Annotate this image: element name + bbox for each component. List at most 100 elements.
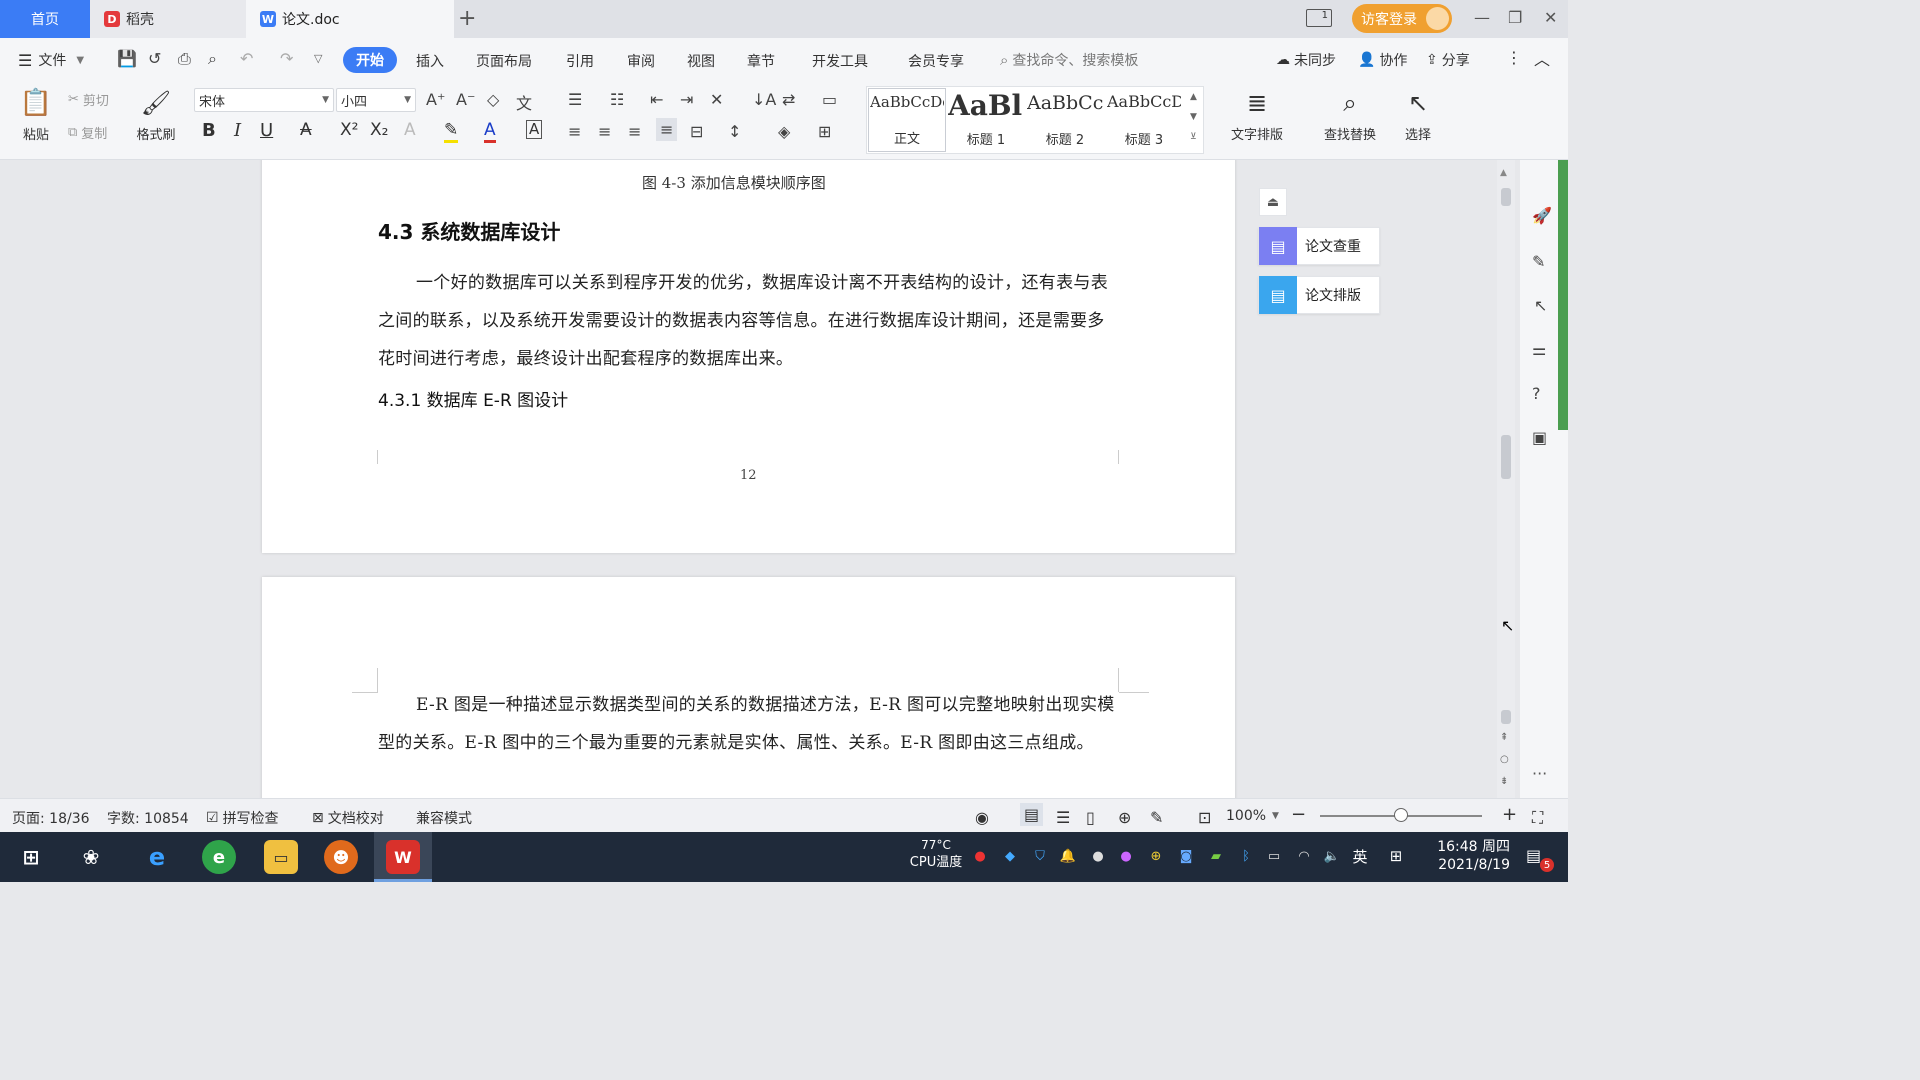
underline-icon[interactable]: U <box>260 120 273 141</box>
image-tool-icon[interactable]: ▣ <box>1532 428 1547 447</box>
more-menu-icon[interactable]: ⋮ <box>1506 48 1522 67</box>
text-layout-button[interactable]: ≣ 文字排版 <box>1222 88 1292 143</box>
new-tab-button[interactable]: + <box>458 6 476 31</box>
proofread-button[interactable]: ⊠ 文档校对 <box>312 808 384 828</box>
format-painter-button[interactable]: 🖌 格式刷 <box>132 88 180 143</box>
numbered-list-icon[interactable]: ☷ <box>610 90 624 109</box>
gallery-scroll-up-icon[interactable]: ▲ <box>1190 92 1197 102</box>
menu-member[interactable]: 会员专享 <box>908 51 964 71</box>
style-heading-1[interactable]: AaBl 标题 1 <box>948 88 1024 152</box>
word-count[interactable]: 字数: 10854 <box>107 808 189 828</box>
page-indicator[interactable]: 页面: 18/36 <box>12 808 90 828</box>
section-heading[interactable]: 4.3 系统数据库设计 <box>378 216 560 245</box>
file-menu[interactable]: ☰ 文件 ▼ <box>18 50 84 70</box>
prev-page-icon[interactable]: ⇞ <box>1500 732 1508 743</box>
print-preview-icon[interactable]: ⌕ <box>208 49 217 69</box>
subsection-heading[interactable]: 4.3.1 数据库 E-R 图设计 <box>378 386 568 411</box>
reading-view-icon[interactable]: ▯ <box>1086 808 1095 827</box>
fullscreen-icon[interactable]: ⛶ <box>1532 808 1543 828</box>
italic-icon[interactable]: I <box>234 120 241 141</box>
shading-icon[interactable]: ◈ <box>778 122 790 141</box>
battery-icon[interactable]: ▭ <box>1264 846 1284 866</box>
phonetic-guide-icon[interactable]: 文 <box>516 90 532 114</box>
volume-icon[interactable]: 🔈 <box>1322 846 1342 866</box>
paper-check-button[interactable]: ▤ 论文查重 <box>1258 227 1380 265</box>
clear-format-icon[interactable]: ◇ <box>487 90 499 109</box>
guest-login-button[interactable]: 访客登录 <box>1352 4 1452 33</box>
menu-chapter[interactable]: 章节 <box>747 51 775 71</box>
menu-insert[interactable]: 插入 <box>416 51 444 71</box>
media-app-icon[interactable]: ☻ <box>324 840 358 874</box>
quick-access-dropdown-icon[interactable]: ▽ <box>314 52 322 65</box>
ruler-icon[interactable]: ▭ <box>822 90 837 109</box>
tray-network-app-icon[interactable]: ◆ <box>1000 846 1020 866</box>
spell-check-button[interactable]: ☑ 拼写检查 <box>206 808 279 828</box>
grow-font-icon[interactable]: A⁺ <box>426 90 445 109</box>
tray-chat-icon[interactable]: ◙ <box>1176 846 1196 866</box>
strikethrough-icon[interactable]: A <box>300 120 312 140</box>
bluetooth-icon[interactable]: ᛒ <box>1236 846 1256 866</box>
clock[interactable]: 16:48 周四 2021/8/19 <box>1420 838 1510 874</box>
highlight-icon[interactable]: ✎ <box>444 120 459 143</box>
paragraph-1[interactable]: 一个好的数据库可以关系到程序开发的优劣，数据库设计离不开表结构的设计，还有表与表… <box>378 264 1120 378</box>
history-icon[interactable]: ↺ <box>148 49 161 68</box>
write-view-icon[interactable]: ✎ <box>1150 808 1163 827</box>
justify-icon[interactable]: ≡ <box>656 118 678 141</box>
char-border-icon[interactable]: A <box>526 120 543 139</box>
text-effect-icon[interactable]: A <box>404 120 416 140</box>
fit-page-icon[interactable]: ⊡ <box>1198 808 1211 827</box>
menu-developer[interactable]: 开发工具 <box>812 51 868 71</box>
style-heading-3[interactable]: AaBbCcDi 标题 3 <box>1106 88 1182 152</box>
tab-daoke[interactable]: D 稻壳 <box>90 0 246 38</box>
eye-protect-icon[interactable]: ◉ <box>975 808 989 827</box>
taskbar-wps-active[interactable]: W <box>374 832 432 882</box>
font-name-select[interactable]: 宋体 ▼ <box>194 88 334 112</box>
rocket-icon[interactable]: 🚀 <box>1532 206 1552 225</box>
zoom-slider-thumb[interactable] <box>1394 808 1408 822</box>
font-size-select[interactable]: 小四 ▼ <box>336 88 416 112</box>
sliders-icon[interactable]: ⚌ <box>1532 340 1546 359</box>
scroll-up-icon[interactable]: ▲ <box>1500 168 1507 178</box>
share-button[interactable]: ⇪ 分享 <box>1426 50 1470 70</box>
find-replace-button[interactable]: ⌕ 查找替换 <box>1314 88 1386 143</box>
pen-icon[interactable]: ✎ <box>1532 252 1545 271</box>
bold-icon[interactable]: B <box>202 120 216 141</box>
save-icon[interactable]: 💾 <box>117 49 137 68</box>
superscript-icon[interactable]: X² <box>340 120 358 140</box>
ime-layout-icon[interactable]: ⊞ <box>1386 846 1406 866</box>
browser-icon[interactable]: e <box>202 840 236 874</box>
notification-center-icon[interactable]: ▤ <box>1526 846 1541 865</box>
outline-view-icon[interactable]: ☰ <box>1056 808 1070 827</box>
tab-document[interactable]: W 论文.doc <box>246 0 454 38</box>
style-heading-2[interactable]: AaBbCcI 标题 2 <box>1026 88 1104 152</box>
wifi-icon[interactable]: ◠ <box>1294 846 1314 866</box>
tray-shield-icon[interactable]: ⛉ <box>1030 846 1050 866</box>
sync-button[interactable]: ☁ 未同步 <box>1276 50 1336 70</box>
borders-icon[interactable]: ⊞ <box>818 122 831 141</box>
distribute-icon[interactable]: ⊟ <box>690 122 703 141</box>
windows-start-icon[interactable]: ⊞ <box>14 840 48 874</box>
close-button[interactable]: ✕ <box>1544 8 1557 27</box>
window-layout-icon[interactable]: 1 <box>1306 9 1332 27</box>
increase-indent-icon[interactable]: ⇥ <box>680 90 693 109</box>
restore-button[interactable]: ❐ <box>1508 8 1522 27</box>
paragraph-2[interactable]: E-R 图是一种描述显示数据类型间的关系的数据描述方法，E-R 图可以完整地映射… <box>378 686 1120 762</box>
copy-button[interactable]: ⧉ 复制 <box>68 123 107 142</box>
gallery-expand-icon[interactable]: ⊻ <box>1190 132 1197 142</box>
align-right-icon[interactable]: ≡ <box>628 122 641 141</box>
tray-app-icon[interactable]: ● <box>970 846 990 866</box>
decrease-indent-icon[interactable]: ⇤ <box>650 90 663 109</box>
align-center-icon[interactable]: ≡ <box>598 122 611 141</box>
gallery-scroll-down-icon[interactable]: ▼ <box>1190 112 1197 122</box>
font-color-icon[interactable]: A <box>484 120 496 143</box>
panel-collapse-icon[interactable]: ⏏ <box>1259 188 1287 216</box>
zoom-in-icon[interactable]: + <box>1502 804 1517 825</box>
minimize-button[interactable]: — <box>1474 8 1490 27</box>
print-icon[interactable]: ⎙ <box>178 49 191 69</box>
cpu-temp-widget[interactable]: 77°C CPU温度 <box>906 838 966 870</box>
command-search[interactable]: ⌕ 查找命令、搜索模板 <box>1000 50 1138 70</box>
compat-mode[interactable]: 兼容模式 <box>416 808 472 828</box>
line-spacing-icon[interactable]: ↕ <box>728 122 741 141</box>
tray-qq-icon[interactable]: ● <box>1088 846 1108 866</box>
zoom-select[interactable]: 100% ▼ <box>1226 808 1279 824</box>
